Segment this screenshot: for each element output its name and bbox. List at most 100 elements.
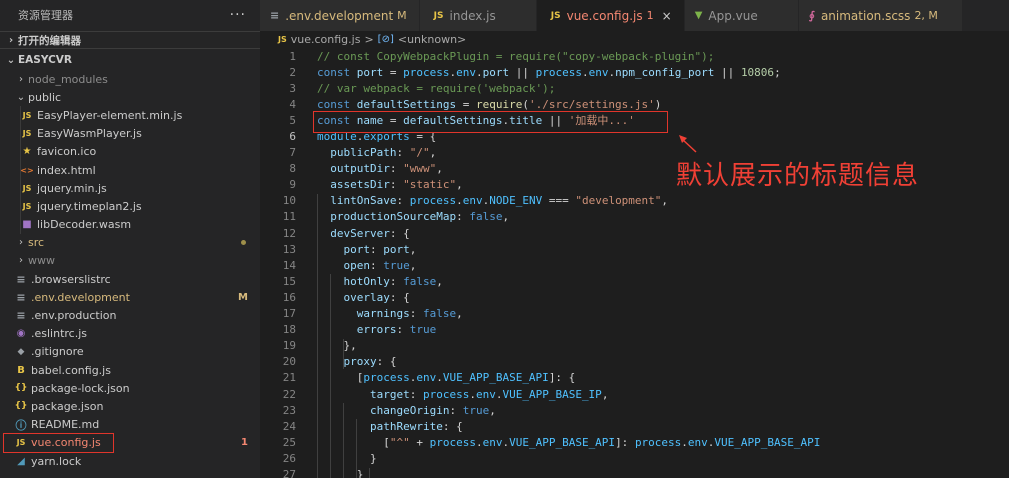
code-line: 11 productionSourceMap: false, (282, 210, 510, 224)
tree-item-package-lock[interactable]: {} package-lock.json (0, 379, 260, 397)
tab-app-vue[interactable]: ▼ App.vue (684, 0, 799, 31)
code-line: 13 port: port, (282, 242, 417, 256)
tree-item-easyplayer-element[interactable]: JS EasyPlayer-element.min.js (0, 106, 260, 125)
chevron-right-icon: › (19, 73, 23, 85)
env-file-icon: ≡ (270, 9, 280, 22)
tree-item-public[interactable]: ⌄ public (0, 88, 260, 106)
indent-guide (343, 339, 344, 369)
tree-item-libdecoder[interactable]: ■ libDecoder.wasm (0, 215, 260, 234)
vue-icon: ▼ (694, 10, 703, 21)
tree-item-label: favicon.ico (37, 145, 97, 159)
tree-item-label: package.json (31, 399, 104, 413)
tree-item-gitignore[interactable]: ◆ .gitignore (0, 343, 260, 361)
code-line: 21 [process.env.VUE_APP_BASE_API]: { (282, 371, 576, 385)
tab-vue-config[interactable]: JS vue.config.js 1 × (536, 0, 685, 31)
modified-badge: M (397, 9, 407, 22)
code-line: 14 open: true, (282, 258, 417, 272)
open-editors-section[interactable]: › 打开的编辑器 (0, 31, 260, 49)
js-file-icon: JS (22, 201, 32, 211)
babel-icon: B (17, 364, 25, 376)
tab-label: vue.config.js (566, 8, 643, 23)
tree-item-label: EasyPlayer-element.min.js (37, 108, 183, 122)
tree-item-jquery-min[interactable]: JS jquery.min.js (0, 179, 260, 198)
editor-area: ≡ .env.development M JS index.js JS vue.… (260, 0, 1009, 478)
indent-guide (20, 106, 21, 125)
chevron-down-icon: ⌄ (16, 91, 26, 103)
indent-guide (330, 274, 331, 478)
tab-env-development[interactable]: ≡ .env.development M (260, 0, 420, 31)
indent-guide (343, 403, 344, 478)
tab-label: App.vue (708, 8, 758, 23)
js-file-icon: JS (433, 10, 444, 21)
tree-item-src[interactable]: › src (0, 234, 260, 252)
tab-label: .env.development (285, 8, 394, 23)
tree-item-node-modules[interactable]: › node_modules (0, 70, 260, 88)
js-file-icon: JS (22, 110, 32, 120)
editor-tabs: ≡ .env.development M JS index.js JS vue.… (260, 0, 1009, 31)
modified-dot-icon (241, 240, 246, 246)
tab-label: animation.scss (820, 8, 911, 23)
indent-guide (356, 419, 357, 478)
code-line: 17 warnings: false, (282, 307, 463, 321)
chevron-right-icon: › (19, 255, 23, 267)
indent-guide (20, 124, 21, 143)
js-file-icon: JS (550, 10, 561, 21)
tree-item-label: www (28, 254, 55, 268)
modified-badge: M (238, 291, 248, 303)
close-icon[interactable]: × (662, 9, 672, 23)
tree-item-package-json[interactable]: {} package.json (0, 397, 260, 415)
tree-item-eslintrc[interactable]: ◉ .eslintrc.js (0, 325, 260, 343)
tab-animation-scss[interactable]: ∮ animation.scss 2, M (798, 0, 963, 31)
indent-guide (20, 197, 21, 216)
modified-badge: 2, M (914, 9, 938, 22)
tree-item-label: src (28, 236, 45, 250)
chevron-right-icon: › (19, 237, 23, 249)
js-file-icon: JS (22, 129, 32, 139)
tree-item-env-development[interactable]: ≡ .env.development M (0, 288, 260, 306)
code-line: 23 changeOrigin: true, (282, 403, 496, 417)
tree-item-label: README.md (31, 418, 100, 432)
tree-item-readme[interactable]: ⓘ README.md (0, 416, 260, 434)
tree-item-label: babel.config.js (31, 363, 111, 377)
tree-item-www[interactable]: › www (0, 252, 260, 270)
chevron-down-icon: ⌄ (6, 54, 16, 66)
tree-item-label: jquery.timeplan2.js (37, 199, 142, 213)
tab-index-js[interactable]: JS index.js (419, 0, 537, 31)
arrow-icon (679, 135, 697, 153)
tree-item-label: .env.production (31, 309, 117, 323)
code-line: 12 devServer: { (282, 226, 410, 240)
wasm-file-icon: ■ (22, 219, 32, 231)
symbol-icon: [⊘] (377, 34, 394, 45)
tree-item-env-production[interactable]: ≡ .env.production (0, 306, 260, 324)
code-line: 1// const CopyWebpackPlugin = require("c… (289, 49, 715, 63)
tree-item-label: jquery.min.js (37, 181, 107, 195)
tree-item-label: yarn.lock (31, 454, 82, 468)
code-line: 22 target: process.env.VUE_APP_BASE_IP, (282, 387, 609, 401)
more-actions-icon[interactable]: ··· (230, 7, 246, 23)
breadcrumb-file[interactable]: vue.config.js (291, 33, 361, 46)
scss-icon: ∮ (808, 9, 815, 22)
breadcrumb-symbol[interactable]: <unknown> (398, 33, 466, 46)
tree-item-label: public (28, 90, 62, 104)
tree-item-label: node_modules (28, 72, 108, 86)
tree-item-favicon[interactable]: ★ favicon.ico (0, 142, 260, 161)
project-label: EASYCVR (18, 54, 73, 66)
problem-count-badge: 1 (646, 9, 654, 22)
tree-item-easywasmplayer[interactable]: JS EasyWasmPlayer.js (0, 124, 260, 143)
tree-item-browserslistrc[interactable]: ≡ .browserslistrc (0, 270, 260, 288)
tree-item-yarn-lock[interactable]: ◢ yarn.lock (0, 452, 260, 470)
json-file-icon: {} (14, 383, 28, 394)
highlight-box-code-line (313, 111, 668, 133)
breadcrumb: JS vue.config.js > [⊘] <unknown> (260, 31, 1009, 48)
json-file-icon: {} (14, 401, 28, 412)
breadcrumb-separator: > (364, 33, 374, 46)
code-line: 24 pathRewrite: { (282, 419, 463, 433)
code-line: 18 errors: true (282, 323, 437, 337)
code-line: 3// var webpack = require('webpack'); (289, 81, 556, 95)
tree-item-babel-config[interactable]: B babel.config.js (0, 361, 260, 379)
tree-item-label: .eslintrc.js (31, 327, 88, 341)
project-section[interactable]: ⌄ EASYCVR (0, 51, 260, 69)
favicon-icon: ★ (22, 146, 32, 158)
tree-item-jquery-timeplan2[interactable]: JS jquery.timeplan2.js (0, 197, 260, 216)
tree-item-index-html[interactable]: <> index.html (0, 160, 260, 180)
